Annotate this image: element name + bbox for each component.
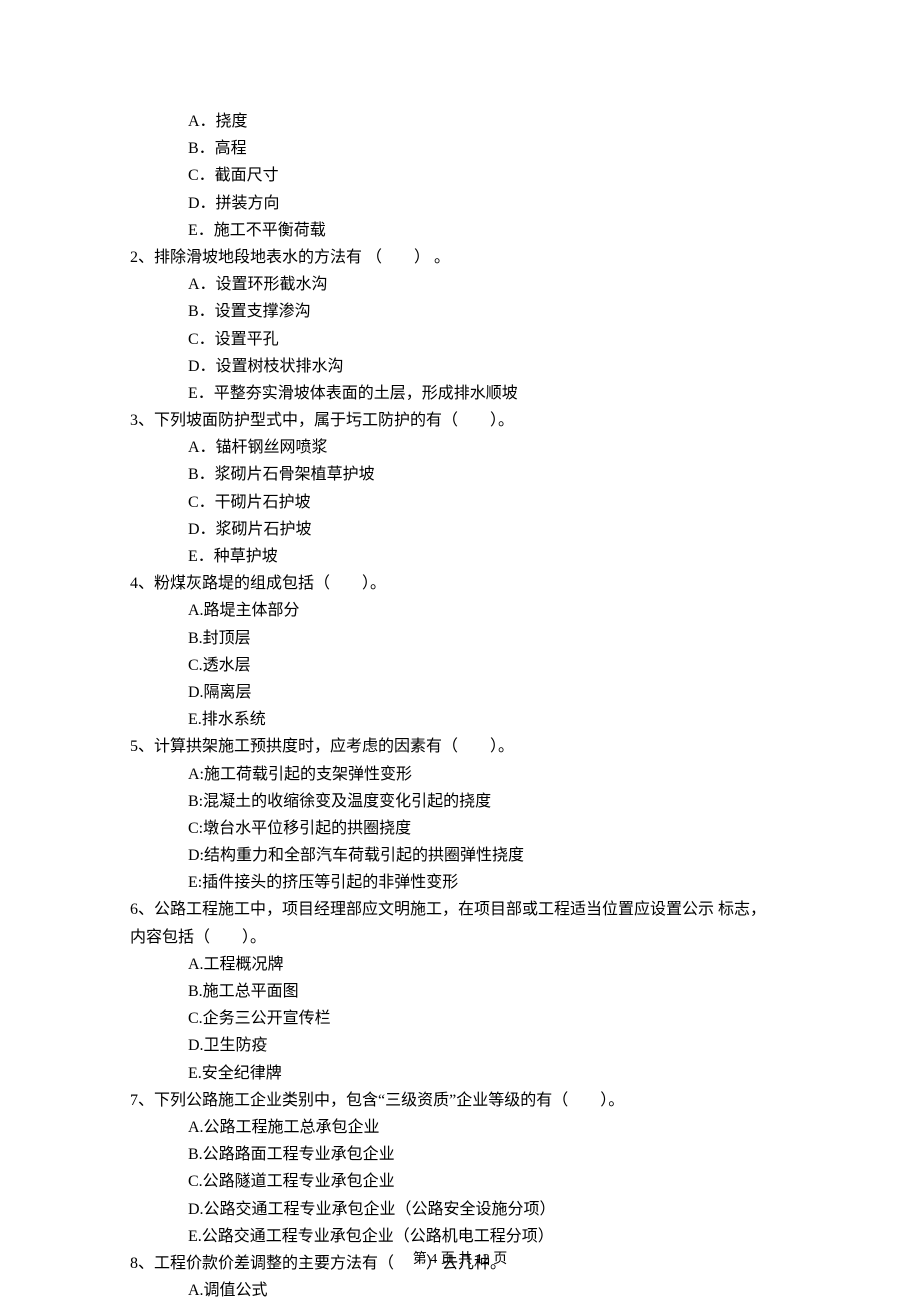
q6-option-c: C.企务三公开宣传栏 xyxy=(130,1005,790,1032)
q6-option-e: E.安全纪律牌 xyxy=(130,1060,790,1087)
q6-stem-line2: 内容包括（ ）。 xyxy=(130,924,790,951)
q3-option-b: B．浆砌片石骨架植草护坡 xyxy=(130,461,790,488)
q7-option-e: E.公路交通工程专业承包企业（公路机电工程分项） xyxy=(130,1223,790,1250)
q2-option-b: B．设置支撑渗沟 xyxy=(130,298,790,325)
q2-stem: 2、排除滑坡地段地表水的方法有 （ ） 。 xyxy=(130,244,790,271)
q3-option-a: A．锚杆钢丝网喷浆 xyxy=(130,434,790,461)
q7-option-b: B.公路路面工程专业承包企业 xyxy=(130,1141,790,1168)
q4-option-b: B.封顶层 xyxy=(130,625,790,652)
q6-stem-line1: 6、公路工程施工中，项目经理部应文明施工，在项目部或工程适当位置应设置公示 标志… xyxy=(130,896,790,923)
q7-option-d: D.公路交通工程专业承包企业（公路安全设施分项） xyxy=(130,1196,790,1223)
q6-option-b: B.施工总平面图 xyxy=(130,978,790,1005)
q3-option-d: D．浆砌片石护坡 xyxy=(130,516,790,543)
q4-option-a: A.路堤主体部分 xyxy=(130,597,790,624)
q4-option-e: E.排水系统 xyxy=(130,706,790,733)
q2-option-d: D．设置树枝状排水沟 xyxy=(130,353,790,380)
q8-option-a: A.调值公式 xyxy=(130,1277,790,1304)
q2-option-c: C．设置平孔 xyxy=(130,326,790,353)
q1-option-d: D．拼装方向 xyxy=(130,190,790,217)
q6-option-a: A.工程概况牌 xyxy=(130,951,790,978)
q4-stem: 4、粉煤灰路堤的组成包括（ ）。 xyxy=(130,570,790,597)
q4-option-d: D.隔离层 xyxy=(130,679,790,706)
q5-option-e: E:插件接头的挤压等引起的非弹性变形 xyxy=(130,869,790,896)
q1-option-c: C．截面尺寸 xyxy=(130,162,790,189)
q2-option-a: A．设置环形截水沟 xyxy=(130,271,790,298)
q1-option-e: E．施工不平衡荷载 xyxy=(130,217,790,244)
q5-option-c: C:墩台水平位移引起的拱圈挠度 xyxy=(130,815,790,842)
q7-option-c: C.公路隧道工程专业承包企业 xyxy=(130,1168,790,1195)
q5-stem: 5、计算拱架施工预拱度时，应考虑的因素有（ ）。 xyxy=(130,733,790,760)
q7-option-a: A.公路工程施工总承包企业 xyxy=(130,1114,790,1141)
q6-option-d: D.卫生防疫 xyxy=(130,1032,790,1059)
q3-stem: 3、下列坡面防护型式中，属于圬工防护的有（ ）。 xyxy=(130,407,790,434)
q5-option-b: B:混凝土的收缩徐变及温度变化引起的挠度 xyxy=(130,788,790,815)
q1-option-a: A．挠度 xyxy=(130,108,790,135)
page-footer: 第 4 页 共 12 页 xyxy=(0,1248,920,1272)
q7-stem: 7、下列公路施工企业类别中，包含“三级资质”企业等级的有（ ）。 xyxy=(130,1087,790,1114)
q3-option-e: E．种草护坡 xyxy=(130,543,790,570)
page: A．挠度 B．高程 C．截面尺寸 D．拼装方向 E．施工不平衡荷载 2、排除滑坡… xyxy=(0,0,920,1302)
q5-option-d: D:结构重力和全部汽车荷载引起的拱圈弹性挠度 xyxy=(130,842,790,869)
q3-option-c: C．干砌片石护坡 xyxy=(130,489,790,516)
q4-option-c: C.透水层 xyxy=(130,652,790,679)
q2-option-e: E．平整夯实滑坡体表面的土层，形成排水顺坡 xyxy=(130,380,790,407)
content-body: A．挠度 B．高程 C．截面尺寸 D．拼装方向 E．施工不平衡荷载 2、排除滑坡… xyxy=(130,108,790,1304)
q5-option-a: A:施工荷载引起的支架弹性变形 xyxy=(130,761,790,788)
q1-option-b: B．高程 xyxy=(130,135,790,162)
